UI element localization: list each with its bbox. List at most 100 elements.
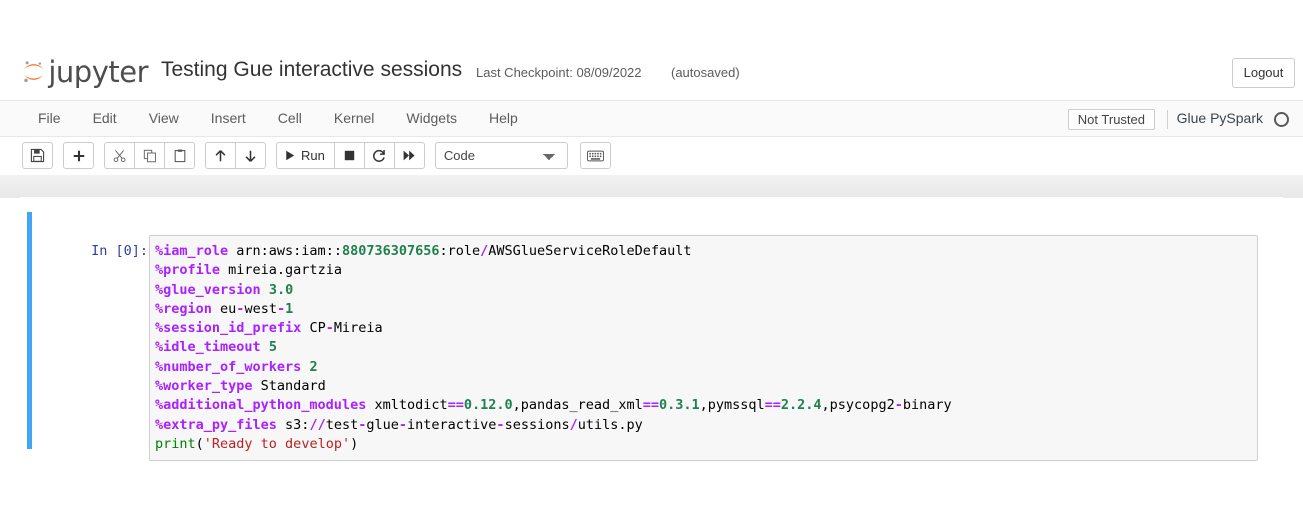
code-token: arn:aws:iam:: — [228, 243, 342, 259]
menu-item-edit[interactable]: Edit — [77, 101, 133, 136]
jupyter-logo-text: jupyter — [48, 55, 148, 89]
menu-item-kernel[interactable]: Kernel — [318, 101, 390, 136]
code-token: %idle_timeout — [155, 339, 261, 356]
code-token: == — [642, 397, 659, 414]
code-token: 880736307656 — [341, 243, 440, 259]
code-token: glue — [366, 416, 399, 433]
run-button[interactable]: Run — [276, 142, 335, 169]
cell-selection-bar — [27, 212, 32, 449]
code-token: - — [894, 397, 903, 414]
code-token: %iam_role — [155, 243, 229, 259]
toolbar-group-move — [205, 142, 266, 169]
keyboard-shortcuts-button[interactable] — [579, 142, 611, 169]
code-token: == — [764, 397, 781, 414]
autosaved-status: (autosaved) — [671, 65, 740, 80]
code-line: %worker_type Standard — [155, 377, 1252, 396]
kernel-name-label[interactable]: Glue PySpark — [1177, 110, 1263, 126]
kernel-idle-circle-icon[interactable] — [1274, 112, 1289, 127]
code-token: 'Ready to develop' — [203, 435, 351, 452]
move-cell-down-button[interactable] — [235, 142, 266, 169]
code-token: west — [244, 300, 277, 317]
toolbar-group-clipboard — [104, 142, 195, 169]
code-token: 0.3.1 — [658, 397, 700, 414]
code-token: s3: — [276, 416, 310, 433]
menu-item-insert[interactable]: Insert — [195, 101, 262, 136]
restart-kernel-button[interactable] — [363, 142, 395, 169]
code-token: 2 — [309, 358, 318, 375]
code-token: %glue_version — [155, 281, 261, 298]
code-token: %extra_py_files — [155, 416, 277, 433]
menu-item-view[interactable]: View — [133, 101, 195, 136]
notebook-toolbar: Run Code — [0, 137, 1303, 175]
toolbar-inner: Run Code — [22, 142, 621, 169]
code-token: - — [325, 320, 334, 337]
menu-item-widgets[interactable]: Widgets — [390, 101, 473, 136]
toolbar-group-run: Run — [276, 142, 425, 169]
code-line: print('Ready to develop') — [155, 435, 1252, 454]
code-token: %number_of_workers — [155, 358, 302, 375]
code-token: - — [496, 416, 505, 433]
code-token: %worker_type — [155, 378, 253, 395]
menu-item-file[interactable]: File — [22, 101, 77, 136]
interrupt-kernel-button[interactable] — [333, 142, 365, 169]
code-token: 3.0 — [268, 281, 294, 298]
menu-items: File Edit View Insert Cell Kernel Widget… — [22, 101, 534, 136]
jupyter-logo[interactable]: jupyter — [22, 52, 148, 92]
code-line: %extra_py_files s3://test-glue-interacti… — [155, 416, 1252, 435]
toolbar-group-keyboard — [579, 142, 611, 169]
code-token: - — [398, 416, 408, 433]
page-background-band — [0, 175, 1303, 198]
code-token: eu — [211, 300, 237, 317]
code-token: test — [325, 416, 359, 433]
stop-square-icon — [344, 150, 355, 161]
cell-input-area[interactable]: %iam_role arn:aws:iam::880736307656:role… — [149, 235, 1258, 462]
code-token: %profile — [155, 262, 221, 279]
code-token: ,pandas_read_xml — [512, 397, 643, 414]
fast-forward-icon — [403, 150, 415, 161]
insert-cell-below-button[interactable] — [63, 142, 94, 169]
restart-circular-arrow-icon — [373, 149, 386, 162]
save-button[interactable] — [22, 142, 53, 169]
copy-cells-button[interactable] — [134, 142, 165, 169]
code-token: == — [447, 397, 464, 414]
menu-item-cell[interactable]: Cell — [262, 101, 318, 136]
keyboard-icon — [586, 150, 604, 161]
toolbar-group-save — [22, 142, 53, 169]
code-token: 2.2.4 — [780, 397, 822, 414]
arrow-down-icon — [245, 150, 256, 162]
code-token: Standard — [252, 378, 326, 395]
paste-cells-button[interactable] — [164, 142, 195, 169]
code-source: %iam_role arn:aws:iam::880736307656:role… — [155, 242, 1252, 454]
run-button-label: Run — [301, 148, 325, 163]
scissors-icon — [113, 149, 125, 162]
code-token: print — [155, 435, 196, 452]
code-token: CP — [301, 320, 326, 337]
kernel-separator — [1167, 110, 1168, 129]
restart-and-run-all-button[interactable] — [393, 142, 425, 169]
plus-icon — [73, 150, 84, 161]
notebook-title[interactable]: Testing Gue interactive sessions — [161, 58, 462, 82]
cell-input-prompt: In [0]: — [91, 243, 148, 259]
paste-icon — [174, 149, 185, 162]
code-token: %session_id_prefix — [155, 320, 302, 337]
code-token: %region — [155, 300, 212, 317]
move-cell-up-button[interactable] — [205, 142, 236, 169]
code-token: %additional_python_modules — [155, 397, 367, 414]
code-line: %additional_python_modules xmltodict==0.… — [155, 396, 1252, 415]
cut-cells-button[interactable] — [104, 142, 135, 169]
code-token: utils.py — [577, 416, 643, 433]
logout-button[interactable]: Logout — [1232, 58, 1295, 88]
code-token: - — [276, 300, 286, 317]
code-token: :role — [439, 243, 481, 259]
code-token: sessions — [504, 416, 570, 433]
menu-item-help[interactable]: Help — [473, 101, 534, 136]
code-token: Mireia — [333, 320, 383, 337]
trust-status-badge[interactable]: Not Trusted — [1067, 109, 1155, 130]
code-line: %session_id_prefix CP-Mireia — [155, 319, 1252, 338]
code-line: %region eu-west-1 — [155, 300, 1252, 319]
cell-type-select[interactable]: Code Markdown Raw NBConvert Heading — [434, 142, 568, 169]
code-token: 0.12.0 — [463, 397, 513, 414]
code-line: %iam_role arn:aws:iam::880736307656:role… — [155, 242, 1252, 261]
